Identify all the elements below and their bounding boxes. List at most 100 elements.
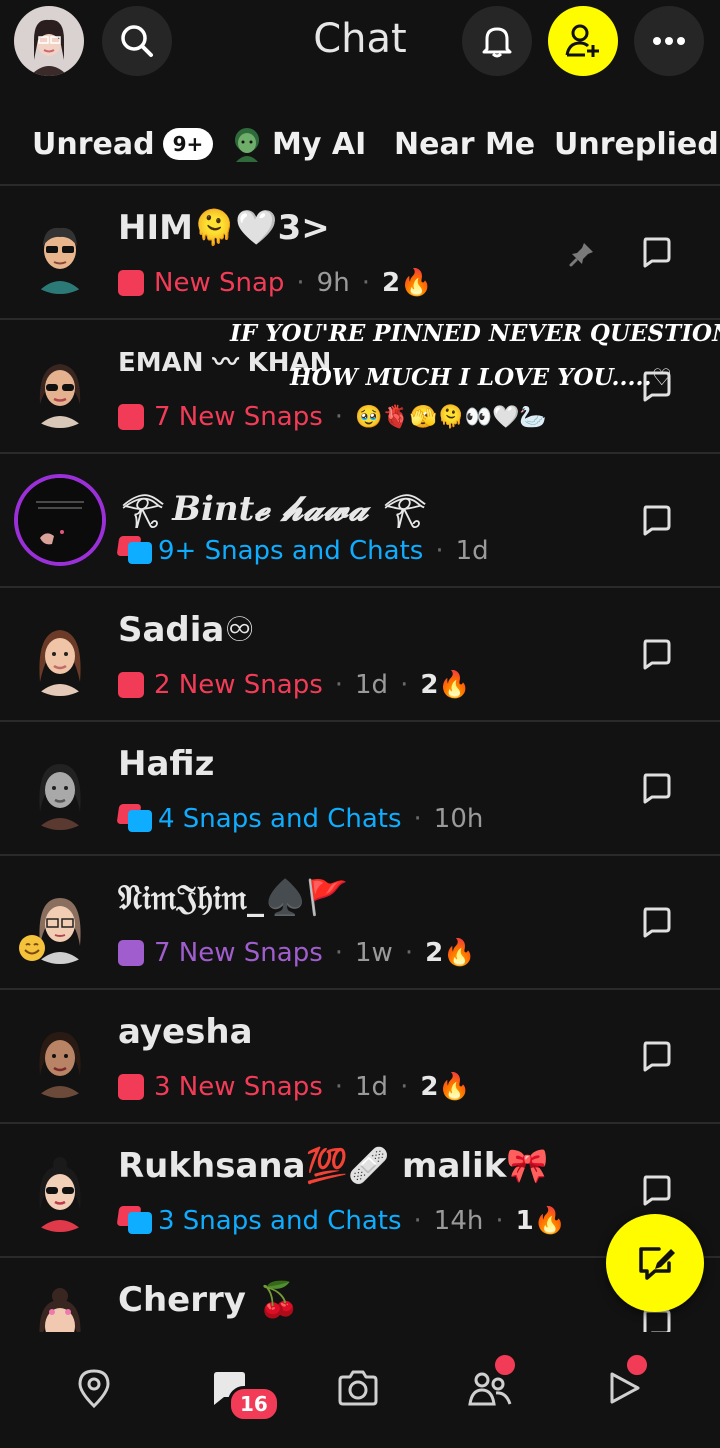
new-chat-button[interactable] <box>606 1214 704 1312</box>
reply-chat-icon[interactable] <box>640 370 672 402</box>
reply-chat-icon[interactable] <box>640 772 672 804</box>
chat-status: 2 New Snaps · 1d · 2🔥 <box>118 668 471 702</box>
status-text: 7 New Snaps <box>154 938 323 968</box>
bitmoji-avatar[interactable] <box>18 746 102 830</box>
bottom-nav: 16 <box>0 1332 720 1448</box>
separator-dot: · <box>400 670 409 700</box>
bitmoji-avatar[interactable] <box>18 1282 102 1332</box>
unread-count-badge: 9+ <box>162 128 214 160</box>
nav-map[interactable] <box>66 1360 122 1416</box>
chat-row[interactable]: Rukhsana💯🩹 malik🎀 3 Snaps and Chats · 14… <box>0 1122 720 1256</box>
bitmoji-avatar[interactable] <box>18 1014 102 1098</box>
chat-status: 9+ Snaps and Chats · 1d <box>116 534 489 568</box>
status-text: New Snap <box>154 268 285 298</box>
bitmoji-avatar-icon <box>36 227 84 294</box>
bitmoji-avatar-icon <box>14 6 84 76</box>
tab-near-me[interactable]: Near Me <box>394 124 535 164</box>
streak-count: 2🔥 <box>381 268 433 298</box>
bitmoji-avatar-icon <box>36 1032 84 1098</box>
my-ai-icon <box>235 128 259 162</box>
chat-row[interactable]: Hafiz 4 Snaps and Chats · 10h <box>0 720 720 854</box>
filter-tabs: Unread 9+ My AI Near Me Unreplied <box>0 106 720 182</box>
tab-label: Unread <box>32 126 155 162</box>
emoji-string: 🥹🫀🫣🫠👀🤍🦢 <box>355 404 547 430</box>
compose-icon <box>639 1247 675 1280</box>
timestamp: 1d <box>355 1072 389 1102</box>
snaps-and-chats-icon <box>116 536 154 566</box>
bitmoji-avatar[interactable] <box>18 612 102 696</box>
profile-avatar[interactable] <box>14 6 84 76</box>
reply-chat-icon[interactable] <box>640 1040 672 1072</box>
chat-row[interactable]: Sadia♾ 2 New Snaps · 1d · 2🔥 <box>0 586 720 720</box>
timestamp: 14h <box>433 1206 484 1236</box>
chat-name: Sadia♾ <box>118 610 255 650</box>
nav-camera[interactable] <box>330 1360 386 1416</box>
streak-count: 2🔥 <box>420 670 471 700</box>
reply-chat-icon[interactable] <box>640 1174 672 1206</box>
more-button[interactable] <box>634 6 704 76</box>
tab-label: Unreplied <box>554 126 719 162</box>
search-button[interactable] <box>102 6 172 76</box>
chat-row[interactable]: 𝔑𝔦𝔪𝔍𝔥𝔦𝔪_♠️🚩 7 New Snaps · 1w · 2🔥 <box>0 854 720 988</box>
timestamp: 9h <box>316 268 350 298</box>
add-friend-button[interactable] <box>548 6 618 76</box>
streak-count: 2🔥 <box>420 1072 471 1102</box>
separator-dot: · <box>334 1072 344 1102</box>
streak-count: 2🔥 <box>425 938 476 968</box>
story-thumbnail-icon <box>18 478 102 562</box>
chat-list: HIM🫠🤍3> New Snap · 9h · 2🔥 EMAN 〰 KHAN I… <box>0 184 720 1332</box>
separator-dot: · <box>334 938 344 968</box>
timestamp: 1d <box>455 536 489 566</box>
separator-dot: · <box>361 268 370 298</box>
chat-row[interactable]: 𓂀 Bint𝓮 𝓱𝓪𝔀𝓪 𓂀 9+ Snaps and Chats · 1d <box>0 452 720 586</box>
reply-chat-icon[interactable] <box>640 638 672 670</box>
smile-emoji-icon <box>19 935 45 961</box>
tab-my-ai[interactable]: My AI <box>230 124 366 164</box>
pin-icon <box>569 243 593 267</box>
story-ring-avatar[interactable] <box>14 474 106 566</box>
reply-chat-icon[interactable] <box>640 906 672 938</box>
chat-row[interactable]: ayesha 3 New Snaps · 1d · 2🔥 <box>0 988 720 1122</box>
status-text: 2 New Snaps <box>154 670 323 700</box>
chat-count-badge: 16 <box>228 1386 280 1422</box>
map-icon <box>78 1369 110 1408</box>
timestamp: 10h <box>433 804 484 834</box>
status-text: 4 Snaps and Chats <box>158 804 402 834</box>
overlay-text: IF YOU'RE PINNED NEVER QUESTION <box>230 320 720 347</box>
tab-unread[interactable]: Unread 9+ <box>32 124 214 164</box>
streak-count: 1🔥 <box>515 1206 567 1236</box>
bitmoji-avatar[interactable] <box>18 210 102 294</box>
chat-name: 𝔑𝔦𝔪𝔍𝔥𝔦𝔪_♠️🚩 <box>118 878 349 918</box>
add-friend-icon <box>565 24 599 57</box>
chat-name: HIM🫠🤍3> <box>118 208 330 248</box>
chat-status: 4 Snaps and Chats · 10h <box>116 802 484 836</box>
separator-dot: · <box>296 268 305 298</box>
separator-dot: · <box>334 402 344 432</box>
status-text: 7 New Snaps <box>154 402 323 432</box>
tab-label: My AI <box>272 126 367 162</box>
reply-chat-icon[interactable] <box>640 236 672 268</box>
chat-row[interactable]: EMAN 〰 KHAN IF YOU'RE PINNED NEVER QUEST… <box>0 318 720 452</box>
chat-status: 7 New Snaps · 1w · 2🔥 <box>118 936 476 970</box>
reply-chat-icon[interactable] <box>640 504 672 536</box>
separator-dot: · <box>413 804 422 834</box>
bitmoji-avatar[interactable] <box>18 344 102 428</box>
bitmoji-avatar-icon <box>36 1157 84 1232</box>
chat-name: Cherry 🍒 <box>118 1280 301 1320</box>
bitmoji-avatar-icon <box>36 764 84 830</box>
chat-status: 3 New Snaps · 1d · 2🔥 <box>118 1070 471 1104</box>
tab-unreplied[interactable]: Unreplied <box>554 124 719 164</box>
new-snap-icon <box>118 270 144 296</box>
snaps-and-chats-icon <box>116 1206 154 1236</box>
tab-label: Near Me <box>394 126 536 162</box>
notifications-button[interactable] <box>462 6 532 76</box>
chat-row[interactable]: HIM🫠🤍3> New Snap · 9h · 2🔥 <box>0 184 720 318</box>
timestamp: 1d <box>355 670 389 700</box>
status-text: 3 New Snaps <box>154 1072 323 1102</box>
header: Chat <box>0 0 720 88</box>
bitmoji-avatar[interactable] <box>18 1148 102 1232</box>
chat-name: ayesha <box>118 1012 253 1052</box>
separator-dot: · <box>334 670 344 700</box>
overlay-text: HOW MUCH I LOVE YOU.....♡ <box>290 364 673 391</box>
separator-dot: · <box>404 938 414 968</box>
